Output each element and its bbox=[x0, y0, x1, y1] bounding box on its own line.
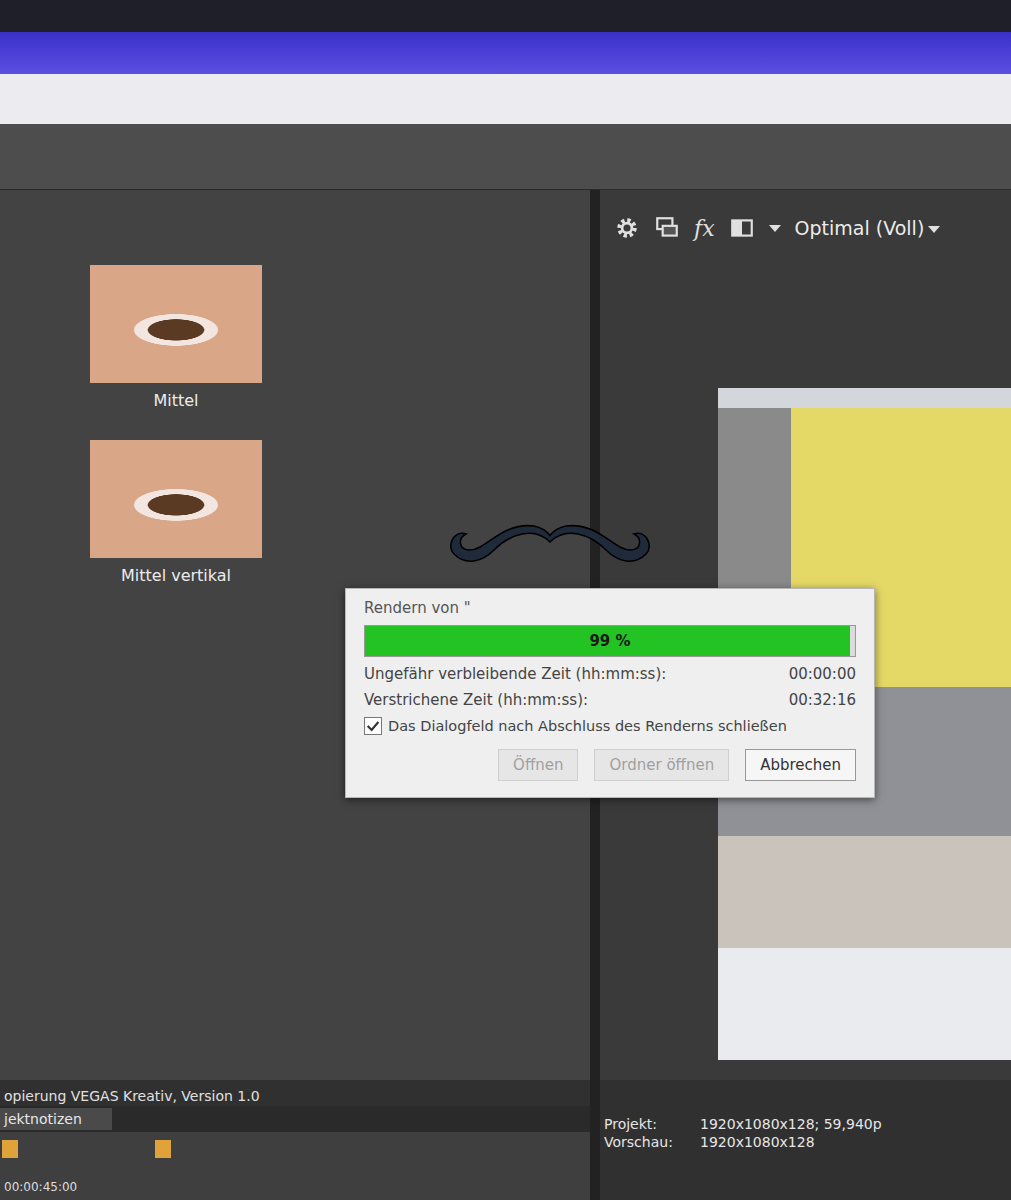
marker-flag[interactable] bbox=[2, 1140, 18, 1158]
progress-bar: 99 % bbox=[364, 625, 856, 657]
timeline-ruler[interactable]: 00:00:45:00 bbox=[0, 1132, 590, 1200]
status-row: Projekt:1920x1080x128; 59,940p bbox=[604, 1116, 1011, 1132]
gear-icon[interactable] bbox=[614, 215, 640, 241]
dialog-title: Rendern von " bbox=[364, 599, 856, 617]
timecode: 00:00:45:00 bbox=[4, 1180, 77, 1194]
dialog-button[interactable]: Ordner öffnen bbox=[594, 749, 729, 781]
preview-toolbar: fx Optimal (Voll) bbox=[600, 190, 1011, 248]
preview-status: Projekt:1920x1080x128; 59,940p Vorschau:1… bbox=[600, 1080, 1011, 1200]
split-view-icon[interactable] bbox=[729, 215, 755, 241]
project-notes-tab[interactable]: jektnotizen bbox=[0, 1108, 112, 1130]
render-dialog: Rendern von " 99 % Ungefähr verbleibende… bbox=[345, 588, 875, 798]
menu-bar bbox=[0, 74, 1011, 124]
preset-item[interactable]: Mittel vertikal bbox=[90, 440, 262, 585]
preset-thumbnail bbox=[90, 265, 262, 383]
monitor-icon[interactable] bbox=[654, 215, 680, 241]
project-notes-text: opierung VEGAS Kreativ, Version 1.0 bbox=[0, 1080, 590, 1106]
quality-dropdown[interactable]: Optimal (Voll) bbox=[795, 217, 941, 239]
preset-thumbnail bbox=[90, 440, 262, 558]
time-row: Verstrichene Zeit (hh:mm:ss):00:32:16 bbox=[364, 691, 856, 709]
title-bar bbox=[0, 32, 1011, 74]
preset-item[interactable]: Mittel bbox=[90, 265, 262, 410]
fx-button[interactable]: fx bbox=[694, 216, 715, 241]
status-row: Vorschau:1920x1080x128 bbox=[604, 1134, 1011, 1150]
time-row: Ungefähr verbleibende Zeit (hh:mm:ss):00… bbox=[364, 665, 856, 683]
project-notes-panel: opierung VEGAS Kreativ, Version 1.0 jekt… bbox=[0, 1080, 590, 1200]
dropdown-arrow-icon[interactable] bbox=[769, 225, 781, 232]
dialog-button[interactable]: Öffnen bbox=[498, 749, 578, 781]
monitor-bezel bbox=[0, 0, 1011, 32]
screen: Mittel Mittel vertikal fx Optimal (Voll)… bbox=[0, 0, 1011, 1200]
dialog-button[interactable]: Abbrechen bbox=[745, 749, 856, 781]
close-checkbox[interactable]: Das Dialogfeld nach Abschluss des Render… bbox=[364, 717, 856, 735]
check-icon bbox=[365, 718, 381, 734]
mustache-icon bbox=[410, 518, 690, 590]
panel-header bbox=[0, 124, 1011, 190]
marker-flag[interactable] bbox=[155, 1140, 171, 1158]
